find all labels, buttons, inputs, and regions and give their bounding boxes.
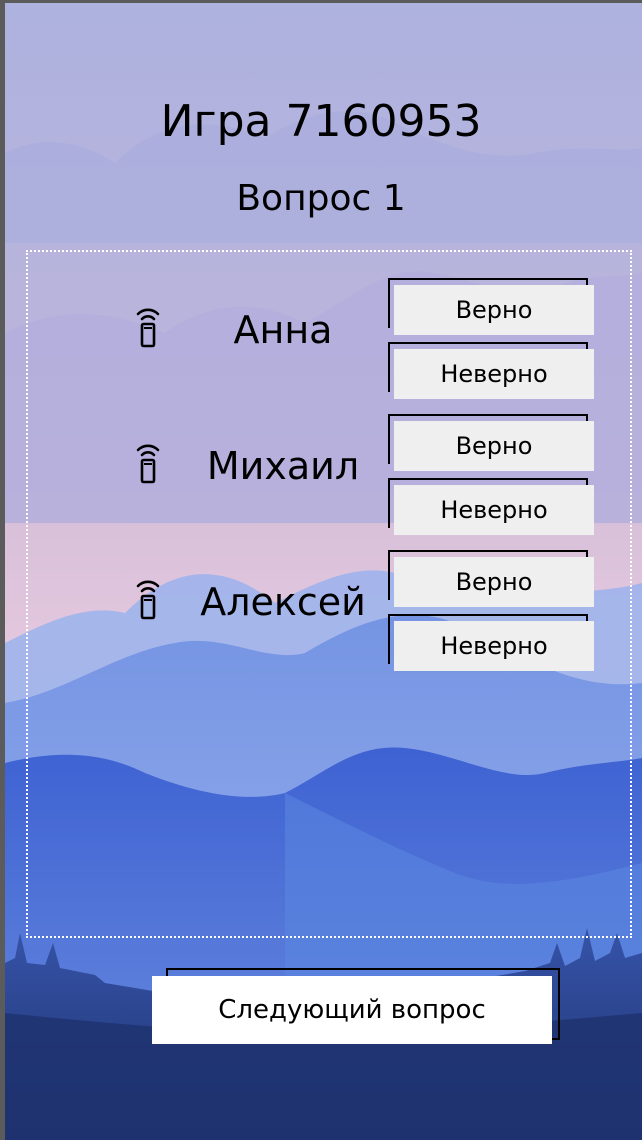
players-panel: Анна Верно Неверно Михаил Верно Неверно … bbox=[26, 250, 632, 938]
incorrect-button-wrap: Неверно bbox=[388, 614, 594, 671]
player-name: Алексей bbox=[200, 580, 366, 624]
player-row: Алексей Верно Неверно bbox=[28, 550, 630, 678]
app-screen: Игра 7160953 Вопрос 1 Анна Верно Неверно bbox=[0, 0, 642, 1140]
player-name: Михаил bbox=[206, 444, 360, 488]
correct-button[interactable]: Верно bbox=[394, 285, 594, 335]
player-name: Анна bbox=[233, 308, 333, 352]
next-question-wrap: Следующий вопрос bbox=[152, 968, 560, 1044]
game-title: Игра 7160953 bbox=[160, 96, 482, 147]
incorrect-button[interactable]: Неверно bbox=[394, 621, 594, 671]
incorrect-button-wrap: Неверно bbox=[388, 478, 594, 535]
incorrect-button[interactable]: Неверно bbox=[394, 349, 594, 399]
correct-button[interactable]: Верно bbox=[394, 421, 594, 471]
correct-button-wrap: Верно bbox=[388, 414, 594, 471]
incorrect-button-wrap: Неверно bbox=[388, 342, 594, 399]
correct-button-wrap: Верно bbox=[388, 550, 594, 607]
correct-button[interactable]: Верно bbox=[394, 557, 594, 607]
next-question-button[interactable]: Следующий вопрос bbox=[152, 976, 552, 1044]
question-title: Вопрос 1 bbox=[236, 178, 406, 219]
signal-phone-icon bbox=[136, 308, 160, 348]
player-row: Михаил Верно Неверно bbox=[28, 414, 630, 542]
correct-button-wrap: Верно bbox=[388, 278, 594, 335]
incorrect-button[interactable]: Неверно bbox=[394, 485, 594, 535]
signal-phone-icon bbox=[136, 580, 160, 620]
signal-phone-icon bbox=[136, 444, 160, 484]
player-row: Анна Верно Неверно bbox=[28, 278, 630, 406]
